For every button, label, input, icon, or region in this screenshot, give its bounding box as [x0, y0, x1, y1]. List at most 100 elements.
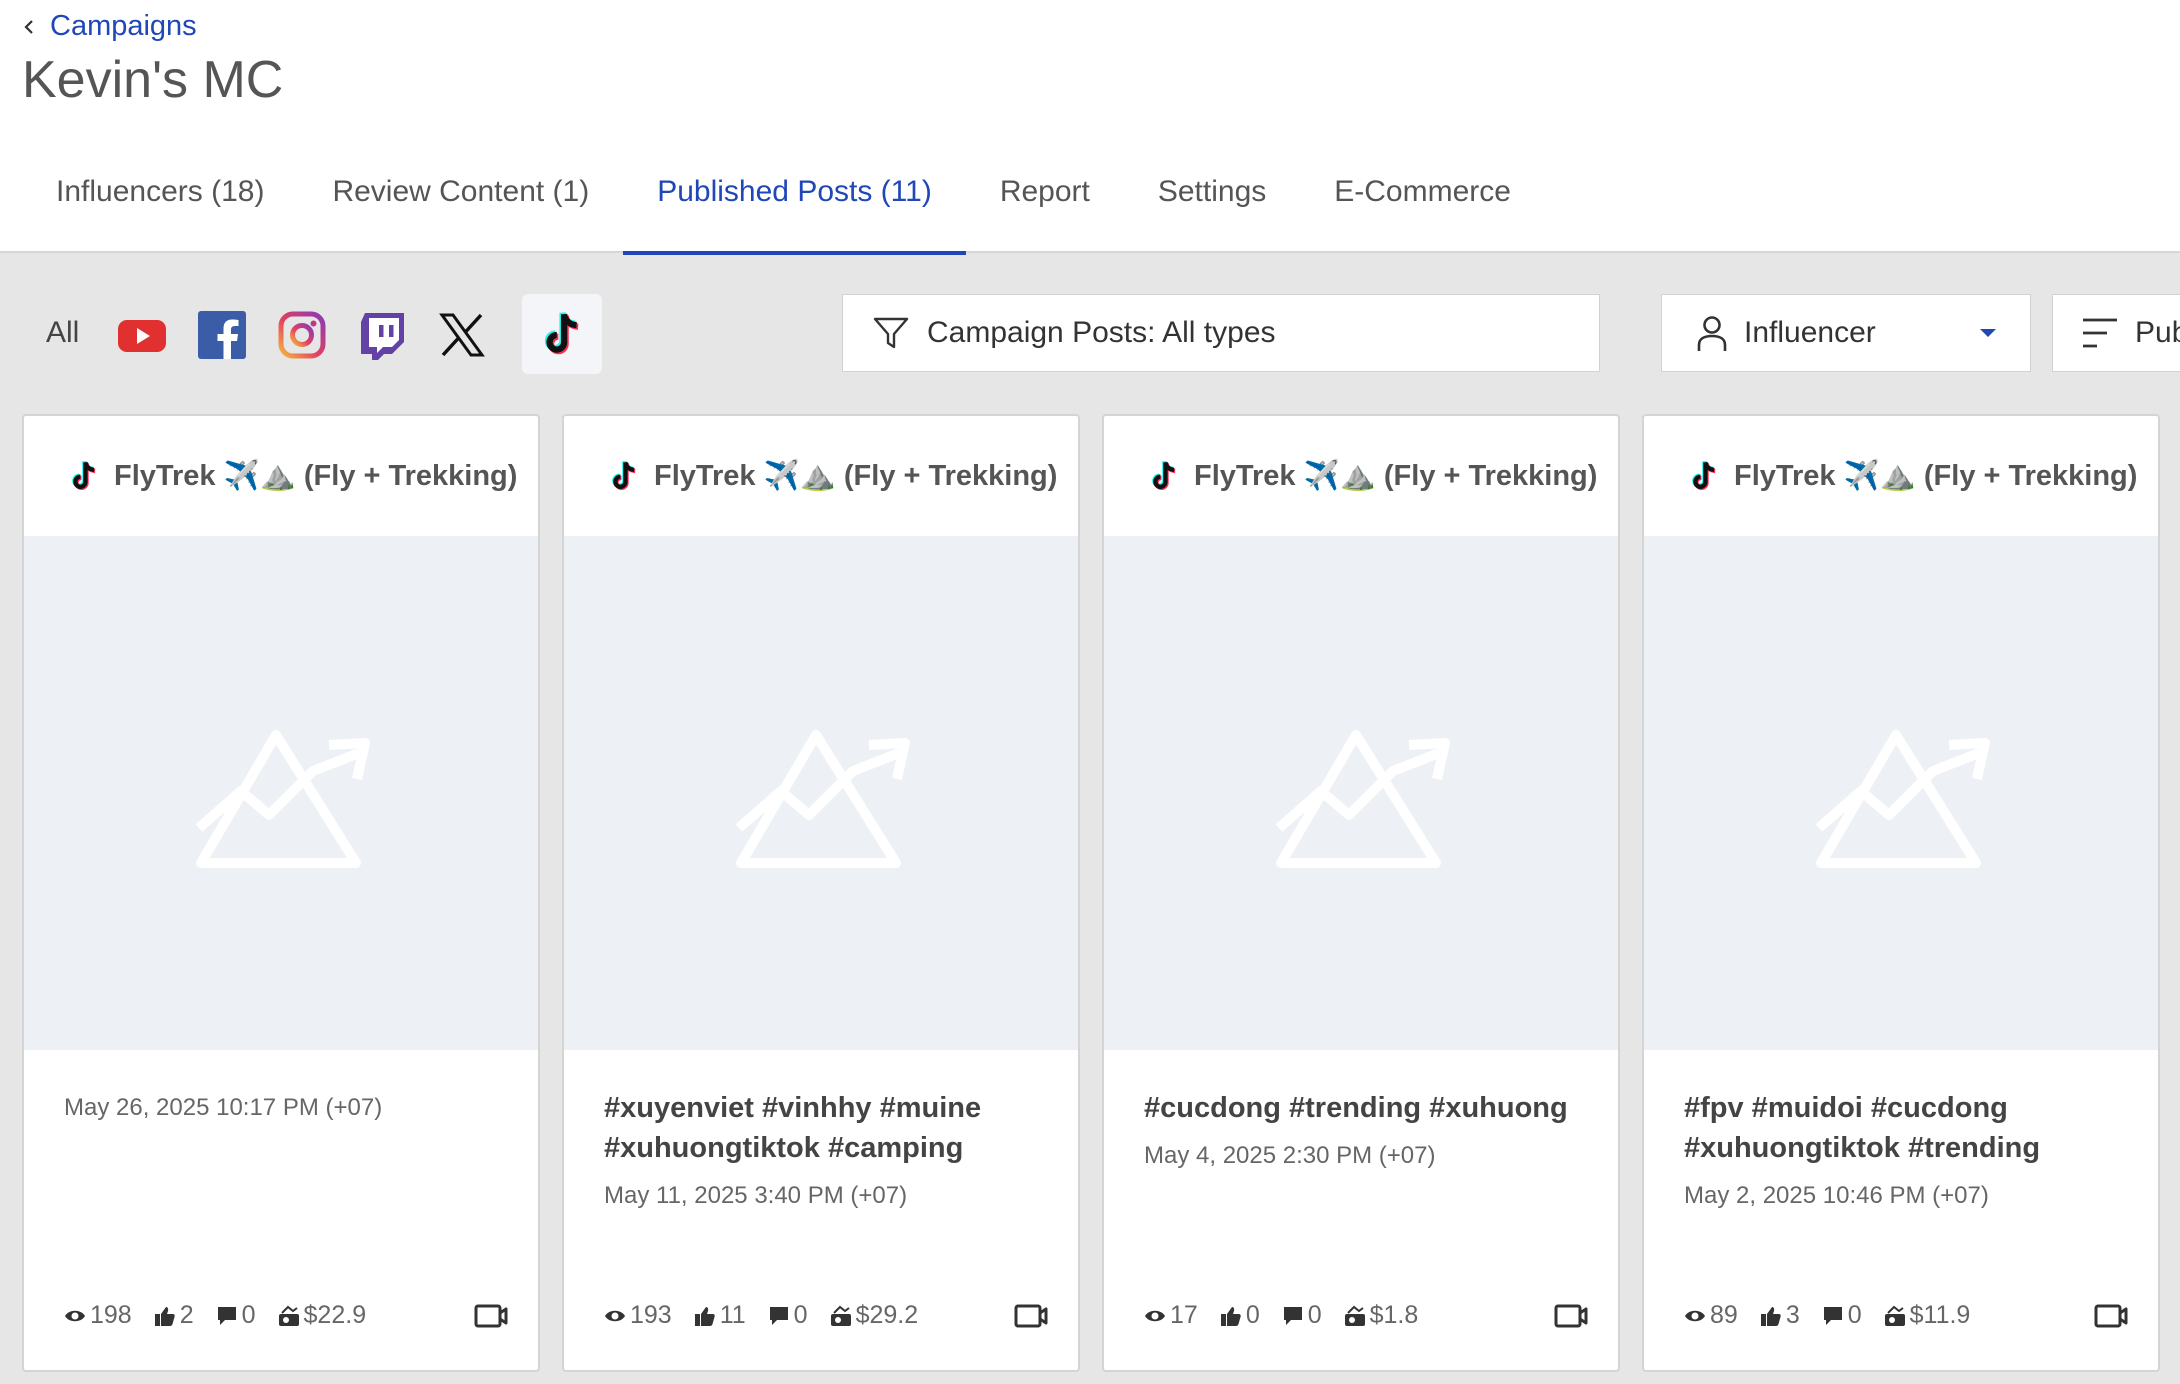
- media-value-icon: [278, 1305, 299, 1326]
- thumbs-up-icon: [1220, 1306, 1241, 1326]
- filter-icon: [873, 317, 909, 349]
- post-thumbnail-placeholder[interactable]: [24, 536, 538, 1050]
- page-title: Kevin's MC: [22, 51, 284, 109]
- post-card[interactable]: FlyTrek ✈️⛰️ (Fly + Trekking) #fpv #muid…: [1642, 414, 2160, 1372]
- thumbs-up-icon: [154, 1306, 175, 1326]
- eye-icon: [1685, 1310, 1705, 1321]
- value-stat: $11.9: [1884, 1301, 1970, 1330]
- video-icon[interactable]: [1014, 1303, 1048, 1329]
- comment-icon: [1823, 1306, 1842, 1325]
- likes-stat: 0: [1220, 1301, 1260, 1330]
- post-card-header: FlyTrek ✈️⛰️ (Fly + Trekking): [24, 416, 538, 536]
- post-card-body: #fpv #muidoi #cucdong #xuhuongtiktok #tr…: [1684, 1082, 2128, 1212]
- post-stats: 198 2 0 $22.9: [64, 1301, 508, 1330]
- comments-stat: 0: [1822, 1301, 1862, 1330]
- value-stat: $22.9: [278, 1301, 366, 1330]
- post-stats: 17 0 0 $1.8: [1144, 1301, 1588, 1330]
- post-stats: 89 3 0 $11.9: [1684, 1301, 2128, 1330]
- post-card-header: FlyTrek ✈️⛰️ (Fly + Trekking): [1644, 416, 2158, 536]
- post-author[interactable]: FlyTrek ✈️⛰️ (Fly + Trekking): [654, 459, 1057, 493]
- post-type-filter[interactable]: Campaign Posts: All types: [842, 294, 1600, 372]
- sort-select-value: Pub: [2135, 316, 2180, 349]
- tab-settings[interactable]: Settings: [1124, 160, 1300, 253]
- tiktok-icon: [612, 460, 636, 490]
- media-value-icon: [830, 1305, 851, 1326]
- post-thumbnail-placeholder[interactable]: [1644, 536, 2158, 1050]
- post-author[interactable]: FlyTrek ✈️⛰️ (Fly + Trekking): [1194, 459, 1597, 493]
- tiktok-icon[interactable]: [522, 294, 602, 374]
- breadcrumb-link-campaigns[interactable]: Campaigns: [50, 10, 197, 43]
- media-value-icon: [1884, 1305, 1905, 1326]
- views-stat: 198: [64, 1301, 132, 1330]
- post-author[interactable]: FlyTrek ✈️⛰️ (Fly + Trekking): [114, 459, 517, 493]
- x-icon[interactable]: [437, 310, 487, 360]
- post-card-body: #xuyenviet #vinhhy #muine #xuhuongtiktok…: [604, 1082, 1048, 1212]
- comment-icon: [769, 1306, 788, 1325]
- comments-stat: 0: [216, 1301, 256, 1330]
- post-type-filter-value: Campaign Posts: All types: [927, 316, 1276, 349]
- post-card-header: FlyTrek ✈️⛰️ (Fly + Trekking): [564, 416, 1078, 536]
- video-icon[interactable]: [474, 1303, 508, 1329]
- tab-report[interactable]: Report: [966, 160, 1124, 253]
- tab-e-commerce[interactable]: E-Commerce: [1300, 160, 1545, 253]
- post-card[interactable]: FlyTrek ✈️⛰️ (Fly + Trekking) May 26, 20…: [22, 414, 540, 1372]
- video-icon[interactable]: [1554, 1303, 1588, 1329]
- comment-icon: [217, 1306, 236, 1325]
- likes-stat: 2: [154, 1301, 194, 1330]
- tiktok-icon: [1152, 460, 1176, 490]
- page-header: Campaigns Kevin's MC Influencers (18) Re…: [0, 0, 2180, 255]
- filter-bar: All Campaign Posts: All types Influencer: [0, 292, 2180, 374]
- chevron-left-icon: [24, 19, 33, 34]
- post-description: #fpv #muidoi #cucdong #xuhuongtiktok #tr…: [1684, 1092, 2041, 1164]
- post-card-body: #cucdong #trending #xuhuong May 4, 2025 …: [1144, 1082, 1588, 1172]
- sort-select[interactable]: Pub: [2052, 294, 2180, 372]
- views-stat: 89: [1684, 1301, 1738, 1330]
- post-date: May 26, 2025 10:17 PM (+07): [64, 1094, 383, 1121]
- tab-published-posts[interactable]: Published Posts (11): [623, 160, 966, 255]
- tab-bar: Influencers (18) Review Content (1) Publ…: [22, 160, 1545, 255]
- twitch-icon[interactable]: [357, 310, 407, 360]
- post-card-body: May 26, 2025 10:17 PM (+07): [64, 1082, 508, 1124]
- post-thumbnail-placeholder[interactable]: [564, 536, 1078, 1050]
- caret-down-icon: [1980, 329, 1996, 337]
- user-icon: [1697, 316, 1727, 351]
- platform-filter-all[interactable]: All: [46, 316, 79, 350]
- post-thumbnail-placeholder[interactable]: [1104, 536, 1618, 1050]
- eye-icon: [1145, 1310, 1165, 1321]
- post-author[interactable]: FlyTrek ✈️⛰️ (Fly + Trekking): [1734, 459, 2137, 493]
- image-placeholder-icon: [1275, 730, 1450, 868]
- post-date: May 4, 2025 2:30 PM (+07): [1144, 1142, 1436, 1169]
- comment-icon: [1283, 1306, 1302, 1325]
- post-date: May 2, 2025 10:46 PM (+07): [1684, 1182, 1989, 1209]
- influencer-select[interactable]: Influencer: [1661, 294, 2031, 372]
- post-date: May 11, 2025 3:40 PM (+07): [604, 1182, 908, 1209]
- youtube-icon[interactable]: [117, 310, 167, 360]
- tab-review-content[interactable]: Review Content (1): [298, 160, 623, 253]
- comments-stat: 0: [1282, 1301, 1322, 1330]
- post-card[interactable]: FlyTrek ✈️⛰️ (Fly + Trekking) #xuyenviet…: [562, 414, 1080, 1372]
- facebook-icon[interactable]: [197, 310, 247, 360]
- media-value-icon: [1344, 1305, 1365, 1326]
- thumbs-up-icon: [694, 1306, 715, 1326]
- tab-influencers[interactable]: Influencers (18): [22, 160, 298, 253]
- post-description: #cucdong #trending #xuhuong: [1144, 1092, 1568, 1124]
- comments-stat: 0: [768, 1301, 808, 1330]
- breadcrumb[interactable]: Campaigns: [22, 10, 197, 43]
- likes-stat: 3: [1760, 1301, 1800, 1330]
- value-stat: $29.2: [830, 1301, 918, 1330]
- instagram-icon[interactable]: [277, 310, 327, 360]
- post-card[interactable]: FlyTrek ✈️⛰️ (Fly + Trekking) #cucdong #…: [1102, 414, 1620, 1372]
- image-placeholder-icon: [735, 730, 910, 868]
- sort-icon: [2083, 318, 2117, 348]
- post-stats: 193 11 0 $29.2: [604, 1301, 1048, 1330]
- post-card-header: FlyTrek ✈️⛰️ (Fly + Trekking): [1104, 416, 1618, 536]
- influencer-select-value: Influencer: [1744, 316, 1876, 349]
- views-stat: 193: [604, 1301, 672, 1330]
- video-icon[interactable]: [2094, 1303, 2128, 1329]
- eye-icon: [605, 1310, 625, 1321]
- image-placeholder-icon: [1815, 730, 1990, 868]
- thumbs-up-icon: [1760, 1306, 1781, 1326]
- post-description: #xuyenviet #vinhhy #muine #xuhuongtiktok…: [604, 1092, 982, 1164]
- tiktok-icon: [1692, 460, 1716, 490]
- value-stat: $1.8: [1344, 1301, 1418, 1330]
